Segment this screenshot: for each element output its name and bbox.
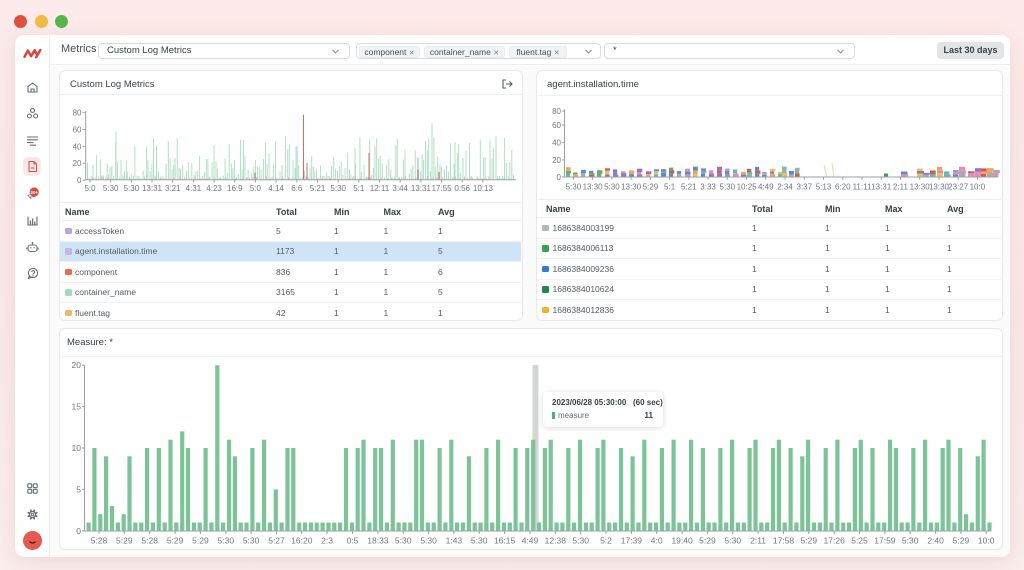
svg-text:30+: 30+ [30,189,38,194]
